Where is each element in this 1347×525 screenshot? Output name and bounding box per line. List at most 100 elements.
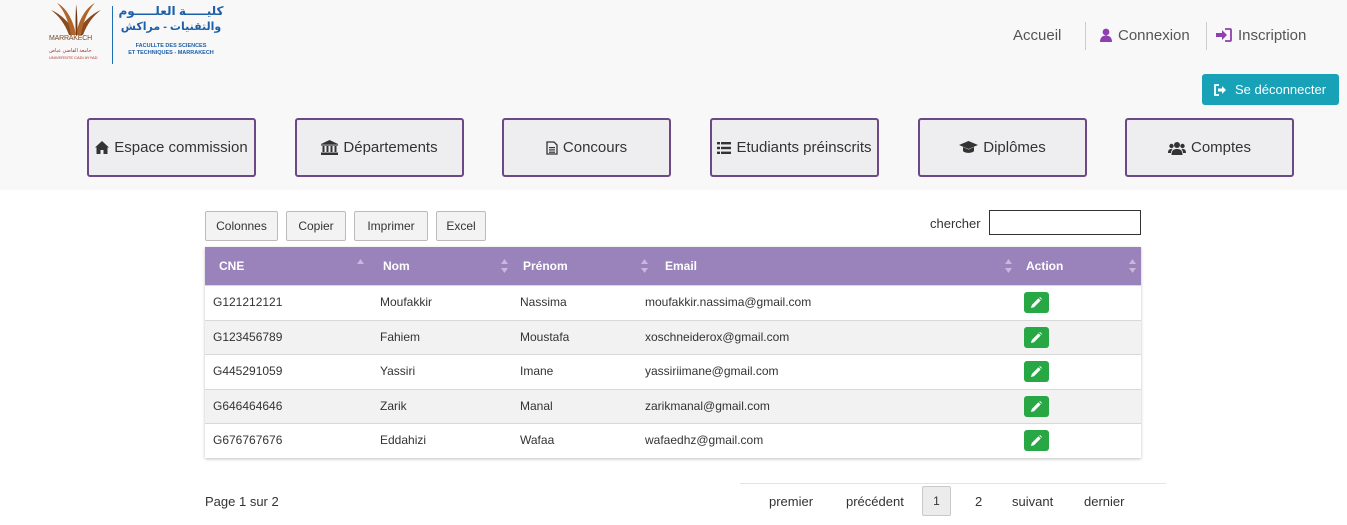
cell-email: xoschneiderox@gmail.com (645, 329, 790, 344)
graduation-cap-icon (959, 141, 979, 153)
user-icon (1100, 28, 1112, 42)
tile-label: Espace commission (114, 139, 248, 156)
logo-faculty-ar-1: كليـــــة العلـــــوم (118, 4, 224, 18)
cell-cne: G121212121 (213, 295, 283, 309)
logo-faculty-fr-1: FACULLTE DES SCIENCES (135, 43, 207, 49)
cell-prenom: Manal (520, 398, 553, 413)
list-icon (717, 141, 732, 154)
nav-home-link[interactable]: Accueil (1013, 22, 1061, 50)
tile-concours[interactable]: Concours (502, 118, 671, 177)
cell-email: moufakkir.nassima@gmail.com (645, 295, 812, 309)
faculty-logo[interactable]: MARRAKECH جامعة القاضي عياض UNIVERSITE C… (47, 2, 227, 68)
pencil-icon (1031, 297, 1042, 308)
nav-divider (1206, 22, 1207, 50)
pencil-icon (1031, 331, 1042, 343)
tile-label: Diplômes (983, 139, 1046, 156)
nav-signup-label: Inscription (1238, 27, 1307, 44)
home-icon (95, 141, 110, 154)
edit-button[interactable] (1024, 430, 1049, 451)
edit-button[interactable] (1024, 292, 1049, 313)
sort-icon[interactable] (501, 259, 508, 273)
cell-nom: Eddahizi (380, 433, 427, 447)
nav-divider (1085, 22, 1086, 50)
column-header-email[interactable]: Email (665, 247, 697, 285)
column-header-cne[interactable]: CNE (219, 247, 244, 285)
sign-in-icon (1216, 28, 1232, 42)
column-header-action[interactable]: Action (1026, 247, 1063, 285)
columns-button[interactable]: Colonnes (205, 211, 278, 241)
sort-icon[interactable] (1005, 259, 1012, 273)
document-icon (546, 140, 558, 155)
pagination-current-page[interactable]: 1 (922, 486, 951, 516)
tile-diplomes[interactable]: Diplômes (918, 118, 1087, 177)
sort-icon[interactable] (641, 259, 648, 273)
nav-signup-link[interactable]: Inscription (1216, 22, 1306, 50)
table-row: G121212121 Moufakkir Nassima moufakkir.n… (205, 285, 1141, 320)
column-header-prenom[interactable]: Prénom (523, 247, 568, 285)
edit-button[interactable] (1024, 395, 1049, 417)
nav-login-label: Connexion (1118, 27, 1190, 44)
tile-espace-commission[interactable]: Espace commission (87, 118, 256, 177)
institution-icon (321, 140, 339, 155)
search-input[interactable] (989, 210, 1141, 235)
table-row: G676767676 Eddahizi Wafaa wafaedhz@gmail… (205, 423, 1141, 458)
cell-email: wafaedhz@gmail.com (645, 433, 764, 447)
page-info: Page 1 sur 2 (205, 494, 279, 509)
students-table: CNE Nom Prénom Email Action G121212121 M… (205, 247, 1141, 458)
logo-university-ar: جامعة القاضي عياض (49, 48, 92, 54)
tile-label: Concours (562, 139, 628, 156)
table-row: G646464646 Zarik Manal zarikmanal@gmail.… (205, 388, 1141, 423)
tile-departements[interactable]: Départements (295, 118, 464, 177)
cell-cne: G676767676 (213, 433, 283, 447)
pagination-page-2[interactable]: 2 (975, 494, 982, 509)
pagination-previous[interactable]: précédent (846, 494, 904, 509)
cell-prenom: Nassima (520, 295, 567, 309)
sort-icon[interactable] (1129, 259, 1136, 273)
cell-cne: G445291059 (213, 364, 283, 378)
cell-email: zarikmanal@gmail.com (645, 398, 770, 413)
cell-nom: Fahiem (380, 329, 421, 344)
pagination-last[interactable]: dernier (1084, 494, 1124, 509)
table-row: G445291059 Yassiri Imane yassiriimane@gm… (205, 354, 1141, 389)
pagination-next[interactable]: suivant (1012, 494, 1053, 509)
cell-prenom: Wafaa (520, 433, 555, 447)
cell-prenom: Imane (520, 364, 554, 378)
print-button[interactable]: Imprimer (354, 211, 428, 241)
pencil-icon (1031, 435, 1042, 446)
excel-button[interactable]: Excel (436, 211, 486, 241)
cell-nom: Moufakkir (380, 295, 433, 309)
tile-etudiants-preinscrits[interactable]: Etudiants préinscrits (710, 118, 879, 177)
logo-city: MARRAKECH (49, 35, 92, 42)
edit-button[interactable] (1024, 326, 1049, 348)
table-row: G123456789 Fahiem Moustafa xoschneiderox… (205, 319, 1141, 354)
pencil-icon (1031, 400, 1042, 412)
pagination-divider (740, 483, 1166, 484)
cell-cne: G123456789 (213, 329, 283, 344)
logo-divider (112, 6, 113, 64)
cell-cne: G646464646 (213, 398, 283, 413)
users-icon (1167, 141, 1186, 155)
column-header-nom[interactable]: Nom (383, 247, 410, 285)
sort-asc-icon[interactable] (357, 259, 364, 273)
pencil-icon (1031, 366, 1042, 377)
pagination-first[interactable]: premier (769, 494, 813, 509)
logo-university-fr: UNIVERSITE CADI AYYAD (49, 55, 98, 60)
table-header: CNE Nom Prénom Email Action (205, 247, 1141, 285)
nav-login-link[interactable]: Connexion (1100, 22, 1190, 50)
cell-nom: Zarik (380, 398, 407, 413)
sign-out-icon (1214, 84, 1226, 96)
tile-label: Comptes (1190, 139, 1252, 156)
logo-faculty-ar-2: والتقنيات - مراكش (120, 21, 222, 33)
cell-email: yassiriimane@gmail.com (645, 364, 779, 378)
copy-button[interactable]: Copier (286, 211, 346, 241)
tile-label: Départements (343, 139, 438, 156)
logout-button[interactable]: Se déconnecter (1202, 74, 1339, 105)
cell-prenom: Moustafa (520, 329, 570, 344)
logo-faculty-fr-2: ET TECHNIQUES - MARRAKECH (128, 50, 214, 56)
tile-comptes[interactable]: Comptes (1125, 118, 1294, 177)
search-label: chercher (930, 216, 981, 231)
cell-nom: Yassiri (380, 364, 416, 378)
tile-label: Etudiants préinscrits (736, 139, 872, 156)
university-emblem: MARRAKECH جامعة القاضي عياض UNIVERSITE C… (47, 2, 105, 68)
edit-button[interactable] (1024, 361, 1049, 382)
